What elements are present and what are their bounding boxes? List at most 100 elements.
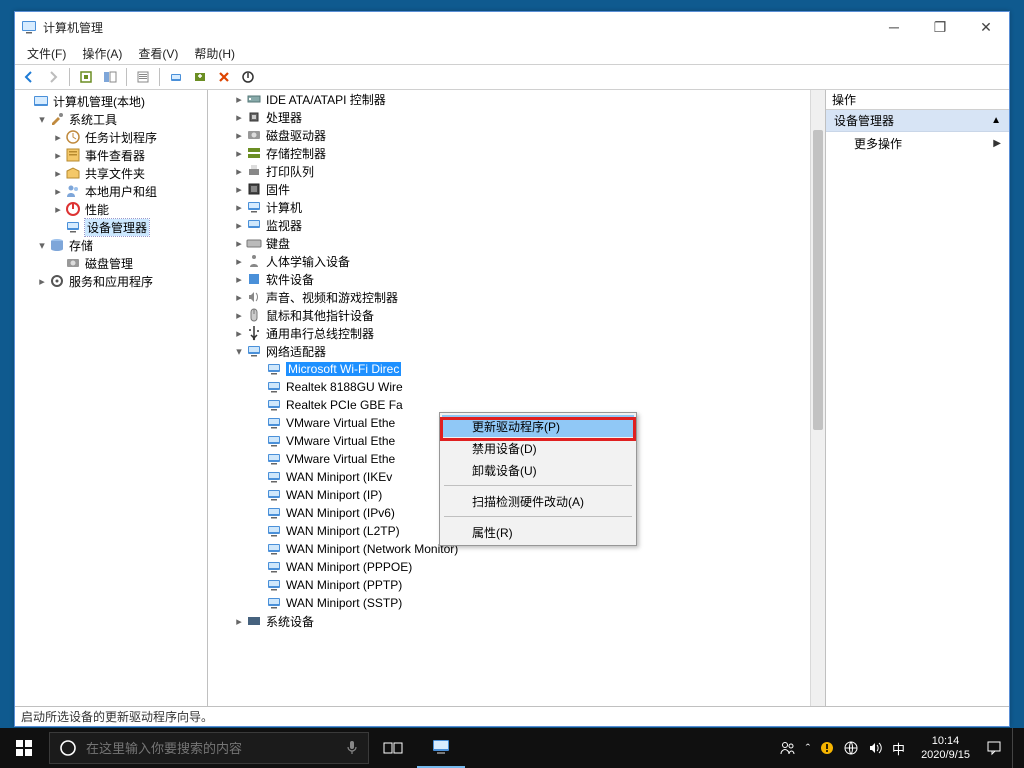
disable-button[interactable] xyxy=(238,67,258,87)
device-category[interactable]: ▸监视器 xyxy=(208,216,810,234)
show-desktop-button[interactable] xyxy=(1012,728,1018,768)
tray-people-icon[interactable] xyxy=(780,740,796,756)
context-menu-item[interactable]: 禁用设备(D) xyxy=(442,437,634,459)
titlebar[interactable]: 计算机管理 ─ ❐ ✕ xyxy=(15,12,1009,42)
tree-twisty-icon[interactable]: ▾ xyxy=(232,345,246,358)
taskbar-search[interactable] xyxy=(49,732,369,764)
tree-twisty-icon[interactable]: ▸ xyxy=(232,201,246,214)
tree-twisty-icon[interactable]: ▸ xyxy=(232,147,246,160)
left-tree-item[interactable]: ▸共享文件夹 xyxy=(15,164,207,182)
tray-chevron-icon[interactable]: ˆ xyxy=(806,741,810,756)
tree-twisty-icon[interactable]: ▸ xyxy=(51,185,65,198)
menu-view[interactable]: 查看(V) xyxy=(130,43,186,64)
device-category[interactable]: ▸IDE ATA/ATAPI 控制器 xyxy=(208,90,810,108)
device-category[interactable]: ▸系统设备 xyxy=(208,612,810,630)
tree-twisty-icon[interactable]: ▸ xyxy=(232,93,246,106)
scan-hardware-button[interactable] xyxy=(166,67,186,87)
up-button[interactable] xyxy=(76,67,96,87)
more-actions-item[interactable]: 更多操作 ▶ xyxy=(826,132,1009,154)
left-tree-item[interactable]: ▾系统工具 xyxy=(15,110,207,128)
taskbar-app-compmgmt[interactable] xyxy=(417,728,465,768)
device-category[interactable]: ▸人体学输入设备 xyxy=(208,252,810,270)
device-category[interactable]: ▸固件 xyxy=(208,180,810,198)
left-tree-item[interactable]: ▾存储 xyxy=(15,236,207,254)
tree-twisty-icon[interactable]: ▸ xyxy=(51,167,65,180)
tree-twisty-icon[interactable]: ▸ xyxy=(232,165,246,178)
task-view-button[interactable] xyxy=(369,728,417,768)
tray-network-icon[interactable] xyxy=(844,741,858,755)
tree-twisty-icon[interactable]: ▸ xyxy=(232,309,246,322)
maximize-button[interactable]: ❐ xyxy=(917,12,963,42)
device-category[interactable]: ▸键盘 xyxy=(208,234,810,252)
device-item[interactable]: WAN Miniport (PPPOE) xyxy=(208,558,810,576)
menu-help[interactable]: 帮助(H) xyxy=(186,43,243,64)
tree-twisty-icon[interactable]: ▸ xyxy=(51,203,65,216)
cortana-icon xyxy=(50,739,86,757)
device-category[interactable]: ▸通用串行总线控制器 xyxy=(208,324,810,342)
tree-twisty-icon[interactable]: ▸ xyxy=(232,615,246,628)
device-item[interactable]: WAN Miniport (PPTP) xyxy=(208,576,810,594)
tree-twisty-icon[interactable]: ▸ xyxy=(232,255,246,268)
device-category[interactable]: ▸打印队列 xyxy=(208,162,810,180)
tree-twisty-icon[interactable]: ▸ xyxy=(232,291,246,304)
show-hide-tree-button[interactable] xyxy=(100,67,120,87)
context-menu-item[interactable]: 更新驱动程序(P) xyxy=(442,415,634,437)
update-driver-button[interactable] xyxy=(190,67,210,87)
device-item[interactable]: Realtek 8188GU Wire xyxy=(208,378,810,396)
scrollbar-thumb[interactable] xyxy=(813,130,823,430)
tree-twisty-icon[interactable]: ▸ xyxy=(232,183,246,196)
tree-twisty-icon[interactable]: ▸ xyxy=(232,327,246,340)
mic-icon[interactable] xyxy=(336,740,368,756)
tree-twisty-icon[interactable]: ▸ xyxy=(232,237,246,250)
left-tree-item[interactable]: ▸事件查看器 xyxy=(15,146,207,164)
uninstall-button[interactable] xyxy=(214,67,234,87)
context-menu-item[interactable]: 扫描检测硬件改动(A) xyxy=(442,490,634,512)
left-tree-item[interactable]: ▸性能 xyxy=(15,200,207,218)
device-tree[interactable]: ▸IDE ATA/ATAPI 控制器▸处理器▸磁盘驱动器▸存储控制器▸打印队列▸… xyxy=(208,90,810,706)
device-category[interactable]: ▾网络适配器 xyxy=(208,342,810,360)
left-tree-item[interactable]: ▸服务和应用程序 xyxy=(15,272,207,290)
tray-security-icon[interactable] xyxy=(820,741,834,755)
left-tree-item[interactable]: 磁盘管理 xyxy=(15,254,207,272)
actions-section-title[interactable]: 设备管理器 ▲ xyxy=(826,110,1009,132)
tree-twisty-icon[interactable]: ▾ xyxy=(35,113,49,126)
left-tree-pane[interactable]: 计算机管理(本地)▾系统工具▸任务计划程序▸事件查看器▸共享文件夹▸本地用户和组… xyxy=(15,90,208,706)
minimize-button[interactable]: ─ xyxy=(871,12,917,42)
menu-action[interactable]: 操作(A) xyxy=(74,43,130,64)
close-button[interactable]: ✕ xyxy=(963,12,1009,42)
tray-clock[interactable]: 10:14 2020/9/15 xyxy=(915,734,976,762)
left-tree-item[interactable]: 计算机管理(本地) xyxy=(15,92,207,110)
device-item[interactable]: Microsoft Wi-Fi Direc xyxy=(208,360,810,378)
back-button[interactable] xyxy=(19,67,39,87)
device-category[interactable]: ▸磁盘驱动器 xyxy=(208,126,810,144)
vertical-scrollbar[interactable] xyxy=(810,90,825,706)
start-button[interactable] xyxy=(0,728,48,768)
tree-twisty-icon[interactable]: ▸ xyxy=(51,149,65,162)
left-tree-item[interactable]: ▸任务计划程序 xyxy=(15,128,207,146)
tree-twisty-icon[interactable]: ▸ xyxy=(232,273,246,286)
tree-twisty-icon[interactable]: ▸ xyxy=(232,129,246,142)
tree-twisty-icon[interactable]: ▾ xyxy=(35,239,49,252)
device-category[interactable]: ▸计算机 xyxy=(208,198,810,216)
tray-ime-indicator[interactable]: 中 xyxy=(892,739,905,758)
tree-twisty-icon[interactable]: ▸ xyxy=(232,219,246,232)
action-center-icon[interactable] xyxy=(986,740,1002,756)
search-input[interactable] xyxy=(86,741,336,756)
device-category[interactable]: ▸处理器 xyxy=(208,108,810,126)
device-item[interactable]: WAN Miniport (SSTP) xyxy=(208,594,810,612)
device-category[interactable]: ▸软件设备 xyxy=(208,270,810,288)
properties-button[interactable] xyxy=(133,67,153,87)
menu-file[interactable]: 文件(F) xyxy=(19,43,74,64)
tree-twisty-icon[interactable]: ▸ xyxy=(232,111,246,124)
device-category[interactable]: ▸存储控制器 xyxy=(208,144,810,162)
left-tree-item[interactable]: ▸本地用户和组 xyxy=(15,182,207,200)
device-category[interactable]: ▸鼠标和其他指针设备 xyxy=(208,306,810,324)
tray-volume-icon[interactable] xyxy=(868,741,882,755)
context-menu-item[interactable]: 属性(R) xyxy=(442,521,634,543)
device-category[interactable]: ▸声音、视频和游戏控制器 xyxy=(208,288,810,306)
tree-twisty-icon[interactable]: ▸ xyxy=(35,275,49,288)
context-menu-item[interactable]: 卸载设备(U) xyxy=(442,459,634,481)
tree-twisty-icon[interactable]: ▸ xyxy=(51,131,65,144)
left-tree-item[interactable]: 设备管理器 xyxy=(15,218,207,236)
forward-button[interactable] xyxy=(43,67,63,87)
